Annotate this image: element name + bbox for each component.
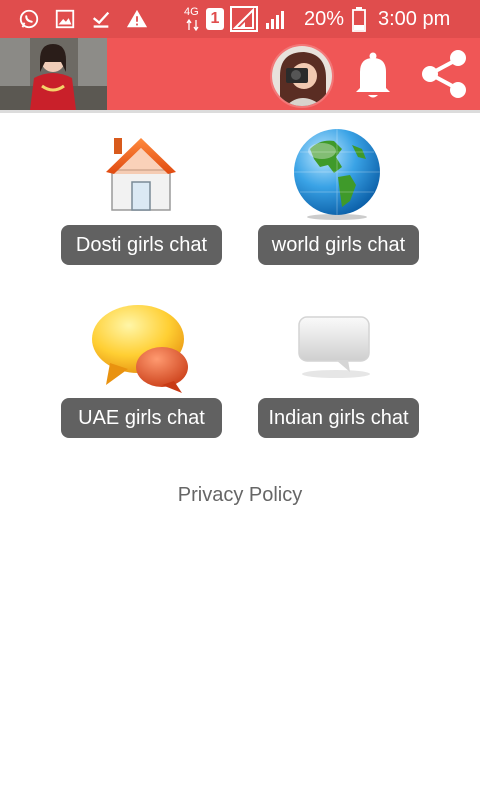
battery-icon (352, 7, 366, 32)
sim-slot-badge: 1 (206, 8, 224, 30)
network-type: 4G (184, 6, 199, 18)
signal-sim1-icon (230, 6, 258, 32)
clock-time: 3:00 pm (378, 8, 451, 30)
notification-bell-icon[interactable] (350, 50, 396, 100)
home-icon[interactable] (104, 134, 178, 212)
download-done-icon (92, 11, 110, 28)
data-arrows-icon (186, 19, 199, 31)
speech-bubble-icon[interactable] (296, 314, 376, 380)
signal-sim2-icon (266, 11, 284, 29)
menu-button-uae[interactable]: UAE girls chat (61, 398, 222, 438)
profile-avatar[interactable] (270, 44, 334, 108)
status-bar: 4G 1 20% 3:00 pm (0, 0, 480, 38)
warning-icon (126, 9, 148, 28)
menu-button-dosti[interactable]: Dosti girls chat (61, 225, 222, 265)
app-bar (0, 38, 480, 110)
globe-icon[interactable] (290, 127, 384, 221)
app-bar-divider (0, 110, 480, 113)
battery-percent: 20% (304, 8, 345, 30)
share-icon[interactable] (418, 48, 470, 100)
menu-button-indian[interactable]: Indian girls chat (258, 398, 419, 438)
whatsapp-icon (19, 9, 39, 29)
menu-button-world[interactable]: world girls chat (258, 225, 419, 265)
chat-bubbles-icon[interactable] (92, 303, 190, 393)
image-icon (55, 9, 75, 29)
privacy-policy-link[interactable]: Privacy Policy (0, 484, 480, 507)
app-logo-photo (0, 38, 107, 110)
